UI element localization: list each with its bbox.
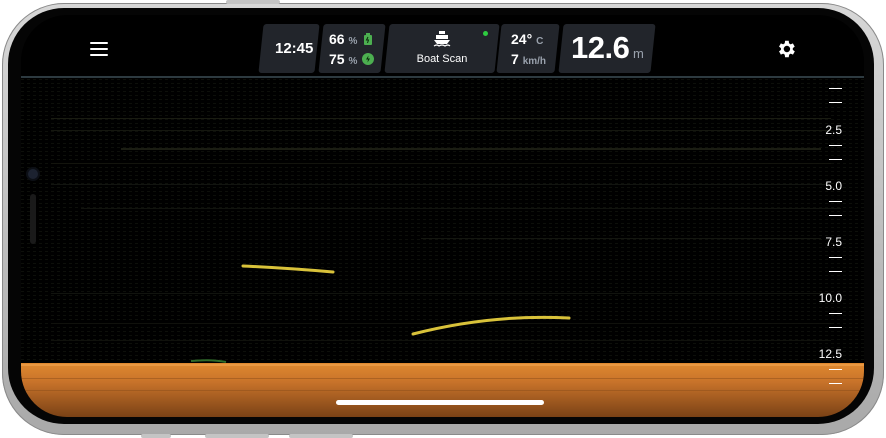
sensor-pill xyxy=(30,194,36,244)
time-panel: 12:45 xyxy=(258,24,320,73)
depth-unit: m xyxy=(633,46,644,61)
mode-label: Boat Scan xyxy=(416,53,468,65)
scale-tick xyxy=(829,88,842,89)
app-screen: 2.5 5.0 7.5 10.0 12.5 12:45 66 % 75 % Bo… xyxy=(21,15,864,417)
battery-panel: 66 % 75 % xyxy=(318,24,386,73)
scale-tick xyxy=(829,327,842,328)
temperature-row: 24° C xyxy=(511,31,543,47)
front-camera xyxy=(28,169,38,179)
scale-tick xyxy=(829,257,842,258)
side-button-bottom-3 xyxy=(289,434,353,438)
speed-value: 7 xyxy=(511,51,519,67)
gear-icon[interactable] xyxy=(775,38,797,60)
battery-unit: % xyxy=(348,36,358,47)
temperature-unit: C xyxy=(536,36,544,47)
side-button-bottom-2 xyxy=(205,434,269,438)
status-dot xyxy=(483,31,488,36)
scale-tick xyxy=(829,383,842,384)
speed-row: 7 km/h xyxy=(511,51,546,67)
mode-panel[interactable]: Boat Scan xyxy=(384,24,500,73)
scale-tick xyxy=(829,145,842,146)
battery-icon xyxy=(364,33,372,45)
scale-tick xyxy=(829,271,842,272)
scale-tick xyxy=(829,313,842,314)
scale-tick xyxy=(829,102,842,103)
depth-value: 12.6 xyxy=(571,30,630,65)
device-battery-percent: 75 xyxy=(329,51,345,67)
sonar-view[interactable]: 2.5 5.0 7.5 10.0 12.5 xyxy=(21,78,864,417)
boat-icon xyxy=(433,31,451,47)
scale-tick xyxy=(829,215,842,216)
depth-scale-label: 2.5 xyxy=(825,123,842,137)
temp-speed-panel: 24° C 7 km/h xyxy=(496,24,560,73)
battery-percent: 66 xyxy=(329,31,345,47)
hamburger-icon[interactable] xyxy=(90,42,108,56)
side-button-bottom-1 xyxy=(141,434,171,438)
device-battery-unit: % xyxy=(348,56,358,67)
battery-row: 66 % xyxy=(329,31,372,47)
depth-scale-label: 5.0 xyxy=(825,179,842,193)
shield-battery-icon xyxy=(362,53,374,65)
header-divider xyxy=(21,76,864,78)
clock-time: 12:45 xyxy=(275,40,314,57)
scale-tick xyxy=(829,159,842,160)
home-indicator[interactable] xyxy=(336,400,544,405)
side-button-top xyxy=(226,0,280,4)
temperature-value: 24° xyxy=(511,31,533,47)
depth-scale-label: 12.5 xyxy=(818,347,842,361)
depth-scale-label: 7.5 xyxy=(825,235,842,249)
speed-unit: km/h xyxy=(522,56,547,67)
scale-tick xyxy=(829,369,842,370)
sonar-image xyxy=(21,78,864,417)
scale-tick xyxy=(829,201,842,202)
depth-scale-label: 10.0 xyxy=(818,291,842,305)
device-battery-row: 75 % xyxy=(329,51,374,67)
depth-panel: 12.6 m xyxy=(558,24,656,73)
